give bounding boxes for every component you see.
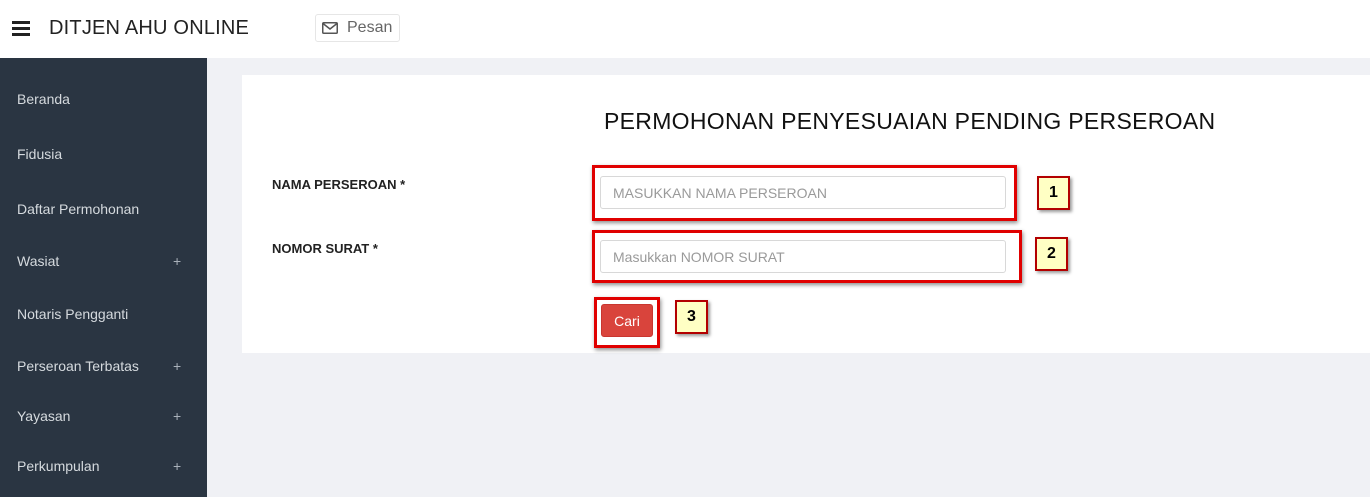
- nama-perseroan-input[interactable]: [600, 176, 1006, 209]
- nama-perseroan-label: NAMA PERSEROAN *: [272, 177, 406, 192]
- sidebar-item-label: Yayasan: [17, 408, 71, 424]
- sidebar-item-label: Wasiat: [17, 253, 60, 269]
- callout-3: 3: [675, 300, 708, 334]
- sidebar-item-notaris-pengganti[interactable]: Notaris Pengganti: [0, 299, 207, 329]
- callout-2: 2: [1035, 237, 1068, 271]
- sidebar-item-beranda[interactable]: Beranda: [0, 84, 207, 114]
- form-panel: PERMOHONAN PENYESUAIAN PENDING PERSEROAN…: [242, 75, 1370, 353]
- sidebar: Beranda Fidusia Daftar Permohonan Wasiat…: [0, 58, 207, 497]
- main-content: PERMOHONAN PENYESUAIAN PENDING PERSEROAN…: [207, 58, 1370, 497]
- sidebar-item-perkumpulan[interactable]: Perkumpulan +: [0, 451, 207, 481]
- pesan-label: Pesan: [347, 19, 393, 36]
- app-title: DITJEN AHU ONLINE: [49, 17, 250, 39]
- pesan-button[interactable]: Pesan: [315, 14, 401, 42]
- sidebar-item-yayasan[interactable]: Yayasan +: [0, 401, 207, 431]
- envelope-icon: [322, 22, 338, 34]
- sidebar-item-label: Perseroan Terbatas: [17, 358, 139, 374]
- expand-plus-icon: +: [173, 358, 182, 374]
- top-navbar: DITJEN AHU ONLINE Pesan: [0, 0, 1370, 58]
- expand-plus-icon: +: [173, 253, 182, 269]
- sidebar-item-daftar-permohonan[interactable]: Daftar Permohonan: [0, 194, 207, 224]
- sidebar-item-label: Daftar Permohonan: [17, 201, 140, 217]
- sidebar-item-label: Notaris Pengganti: [17, 306, 129, 322]
- sidebar-item-label: Beranda: [17, 91, 70, 107]
- page-title: PERMOHONAN PENYESUAIAN PENDING PERSEROAN: [604, 108, 1216, 134]
- sidebar-item-wasiat[interactable]: Wasiat +: [0, 246, 207, 276]
- sidebar-item-perseroan-terbatas[interactable]: Perseroan Terbatas +: [0, 351, 207, 381]
- hamburger-icon[interactable]: [12, 21, 30, 36]
- nomor-surat-label: NOMOR SURAT *: [272, 241, 378, 256]
- cari-button[interactable]: Cari: [601, 304, 653, 337]
- sidebar-item-label: Perkumpulan: [17, 458, 100, 474]
- expand-plus-icon: +: [173, 408, 182, 424]
- nomor-surat-input[interactable]: [600, 240, 1006, 273]
- sidebar-item-label: Fidusia: [17, 146, 63, 162]
- callout-1: 1: [1037, 176, 1070, 210]
- sidebar-item-fidusia[interactable]: Fidusia: [0, 139, 207, 169]
- expand-plus-icon: +: [173, 458, 182, 474]
